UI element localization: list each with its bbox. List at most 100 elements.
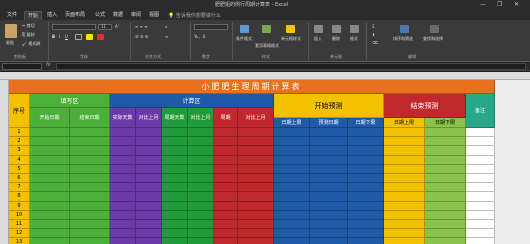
table-cell[interactable] xyxy=(162,128,188,138)
bold-icon[interactable]: B xyxy=(52,34,55,39)
tab-file[interactable]: 文件 xyxy=(4,11,20,20)
table-cell[interactable] xyxy=(274,210,310,220)
table-cell[interactable] xyxy=(162,155,188,165)
table-cell[interactable] xyxy=(425,220,466,230)
table-cell[interactable] xyxy=(214,137,238,147)
table-cell[interactable] xyxy=(384,164,425,174)
table-cell[interactable] xyxy=(274,174,310,184)
conditional-format-icon[interactable] xyxy=(240,25,249,33)
table-cell[interactable] xyxy=(188,220,214,230)
table-cell[interactable] xyxy=(70,137,110,147)
table-cell[interactable] xyxy=(348,201,384,211)
table-cell[interactable] xyxy=(30,164,70,174)
table-cell[interactable] xyxy=(162,192,188,202)
table-cell[interactable] xyxy=(70,238,110,244)
table-cell[interactable] xyxy=(348,210,384,220)
table-cell[interactable] xyxy=(30,238,70,244)
table-cell[interactable] xyxy=(110,229,136,239)
merge-center-icon[interactable]: ⇔ xyxy=(165,34,168,39)
table-cell[interactable] xyxy=(466,128,495,138)
table-cell[interactable] xyxy=(136,128,162,138)
table-cell[interactable] xyxy=(274,155,310,165)
table-cell[interactable] xyxy=(348,155,384,165)
table-cell[interactable] xyxy=(466,155,495,165)
table-cell[interactable] xyxy=(274,229,310,239)
row-number-cell[interactable]: 6 xyxy=(9,174,30,184)
tab-view[interactable]: 视图 xyxy=(146,11,162,20)
table-cell[interactable] xyxy=(310,174,348,184)
table-cell[interactable] xyxy=(188,238,214,244)
align-top-icon[interactable]: ≡ ≡ ≡ xyxy=(135,24,148,29)
underline-icon[interactable]: U xyxy=(65,34,68,39)
find-select-icon[interactable] xyxy=(430,25,439,33)
table-cell[interactable] xyxy=(384,201,425,211)
font-color-icon[interactable] xyxy=(97,34,104,40)
table-cell[interactable] xyxy=(238,192,274,202)
align-left-icon[interactable]: ☰ ☰ ☰ xyxy=(135,34,148,39)
table-cell[interactable] xyxy=(110,192,136,202)
table-cell[interactable] xyxy=(274,146,310,156)
table-cell[interactable] xyxy=(274,201,310,211)
table-cell[interactable] xyxy=(162,229,188,239)
table-cell[interactable] xyxy=(425,238,466,244)
table-cell[interactable] xyxy=(70,164,110,174)
table-cell[interactable] xyxy=(348,137,384,147)
table-cell[interactable] xyxy=(310,220,348,230)
close-button[interactable]: ✕ xyxy=(514,1,519,8)
tab-formulas[interactable]: 公式 xyxy=(92,11,108,20)
wrap-text-icon[interactable]: ⤶ xyxy=(165,24,167,29)
table-cell[interactable] xyxy=(425,164,466,174)
table-cell[interactable] xyxy=(384,229,425,239)
minimize-button[interactable]: — xyxy=(480,1,486,8)
restore-button[interactable]: ❐ xyxy=(497,1,502,8)
table-cell[interactable] xyxy=(425,183,466,193)
copy-button[interactable]: ⎘ 复制 xyxy=(22,32,34,38)
row-number-cell[interactable]: 4 xyxy=(9,155,30,165)
table-cell[interactable] xyxy=(162,220,188,230)
table-cell[interactable] xyxy=(466,229,495,239)
table-cell[interactable] xyxy=(274,238,310,244)
table-cell[interactable] xyxy=(310,164,348,174)
table-cell[interactable] xyxy=(425,174,466,184)
tab-page-layout[interactable]: 页面布局 xyxy=(62,11,88,20)
table-cell[interactable] xyxy=(188,183,214,193)
table-cell[interactable] xyxy=(310,183,348,193)
table-cell[interactable] xyxy=(425,155,466,165)
table-cell[interactable] xyxy=(274,128,310,138)
insert-cells-icon[interactable] xyxy=(314,25,323,33)
row-number-cell[interactable]: 7 xyxy=(9,183,30,193)
table-cell[interactable] xyxy=(274,192,310,202)
table-cell[interactable] xyxy=(384,128,425,138)
row-number-cell[interactable]: 13 xyxy=(9,238,30,244)
italic-icon[interactable]: I xyxy=(59,34,60,39)
table-cell[interactable] xyxy=(384,220,425,230)
table-cell[interactable] xyxy=(274,164,310,174)
table-cell[interactable] xyxy=(214,192,238,202)
clear-icon[interactable]: ⌫ xyxy=(372,40,378,45)
table-cell[interactable] xyxy=(310,192,348,202)
row-number-cell[interactable]: 2 xyxy=(9,137,30,147)
table-cell[interactable] xyxy=(30,155,70,165)
table-cell[interactable] xyxy=(136,155,162,165)
table-cell[interactable] xyxy=(110,164,136,174)
table-cell[interactable] xyxy=(238,210,274,220)
table-cell[interactable] xyxy=(136,137,162,147)
table-cell[interactable] xyxy=(466,201,495,211)
table-cell[interactable] xyxy=(136,229,162,239)
format-cells-icon[interactable] xyxy=(350,25,359,33)
table-cell[interactable] xyxy=(214,164,238,174)
table-cell[interactable] xyxy=(162,146,188,156)
table-cell[interactable] xyxy=(136,174,162,184)
table-cell[interactable] xyxy=(348,192,384,202)
row-number-cell[interactable]: 1 xyxy=(9,128,30,138)
table-cell[interactable] xyxy=(70,155,110,165)
number-format-select[interactable] xyxy=(194,24,228,30)
table-cell[interactable] xyxy=(214,210,238,220)
table-cell[interactable] xyxy=(310,238,348,244)
table-cell[interactable] xyxy=(384,137,425,147)
table-cell[interactable] xyxy=(136,201,162,211)
table-cell[interactable] xyxy=(238,146,274,156)
table-cell[interactable] xyxy=(310,229,348,239)
table-cell[interactable] xyxy=(466,238,495,244)
table-cell[interactable] xyxy=(30,201,70,211)
